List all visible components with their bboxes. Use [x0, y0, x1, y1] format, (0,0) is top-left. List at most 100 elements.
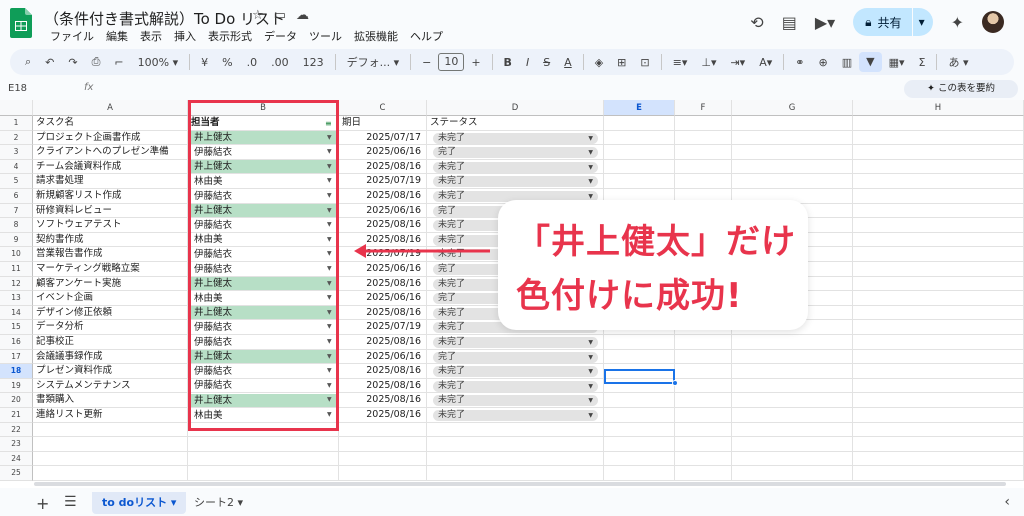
status-chip[interactable]: 未完了 ▼ — [433, 176, 598, 188]
grid-cell[interactable] — [604, 116, 675, 131]
grid-cell[interactable] — [732, 408, 853, 423]
task-cell[interactable]: プロジェクト企画書作成 — [33, 131, 188, 146]
task-cell[interactable]: 営業報告書作成 — [33, 247, 188, 262]
grid-cell[interactable] — [339, 451, 427, 467]
row-header[interactable]: 16 — [0, 335, 33, 350]
row-header[interactable]: 10 — [0, 247, 33, 262]
status-chip[interactable]: 未完了 ▼ — [433, 410, 598, 421]
grid-cell[interactable] — [853, 247, 1024, 262]
row-header[interactable]: 14 — [0, 305, 33, 321]
grid-cell[interactable] — [853, 408, 1024, 423]
grid-cell[interactable] — [604, 393, 675, 408]
row-header[interactable]: 13 — [0, 291, 33, 306]
increase-decimal-button[interactable]: .00 — [264, 56, 296, 69]
column-header-c[interactable]: C — [339, 100, 427, 116]
grid-cell[interactable] — [853, 335, 1024, 350]
grid-cell[interactable] — [427, 466, 604, 481]
grid-cell[interactable] — [732, 466, 853, 481]
status-dropdown-icon[interactable]: ▼ — [588, 147, 593, 158]
grid-cell[interactable] — [675, 437, 732, 452]
grid-cell[interactable] — [675, 408, 732, 423]
grid-cell[interactable] — [732, 364, 853, 379]
grid-cell[interactable] — [604, 451, 675, 467]
task-cell[interactable]: デザイン修正依頼 — [33, 306, 188, 321]
grid-cell[interactable] — [188, 451, 339, 467]
due-date-cell[interactable]: 2025/08/16 — [339, 160, 427, 175]
horizontal-scrollbar[interactable] — [34, 482, 1006, 488]
menu-data[interactable]: データ — [258, 28, 303, 44]
task-cell[interactable]: データ分析 — [33, 320, 188, 335]
status-dropdown-icon[interactable]: ▼ — [588, 410, 593, 421]
grid-cell[interactable] — [732, 437, 853, 452]
row-header[interactable]: 1 — [0, 116, 33, 131]
link-icon[interactable]: ⚭ — [788, 56, 811, 69]
fill-handle[interactable] — [672, 380, 678, 386]
task-cell[interactable]: システムメンテナンス — [33, 379, 188, 394]
grid-cell[interactable] — [604, 466, 675, 481]
grid-cell[interactable] — [33, 437, 188, 452]
grid-cell[interactable] — [853, 451, 1024, 467]
grid-cell[interactable] — [853, 364, 1024, 379]
grid-cell[interactable] — [675, 393, 732, 408]
status-dropdown-icon[interactable]: ▼ — [588, 133, 593, 144]
grid-cell[interactable] — [675, 422, 732, 438]
select-all-corner[interactable] — [0, 100, 33, 116]
strikethrough-button[interactable]: S — [536, 56, 557, 69]
grid-cell[interactable] — [604, 145, 675, 160]
status-dropdown-icon[interactable]: ▼ — [588, 337, 593, 348]
row-header[interactable]: 15 — [0, 320, 33, 335]
gemini-icon[interactable]: ✦ — [951, 13, 964, 32]
font-size-decrease-button[interactable]: − — [415, 56, 438, 69]
due-date-cell[interactable]: 2025/06/16 — [339, 350, 427, 365]
functions-icon[interactable]: Σ — [912, 56, 933, 69]
row-header[interactable]: 21 — [0, 408, 33, 423]
column-header-g[interactable]: G — [732, 100, 853, 116]
status-chip[interactable]: 未完了 ▼ — [433, 366, 598, 378]
menu-format[interactable]: 表示形式 — [202, 28, 258, 44]
menu-view[interactable]: 表示 — [134, 28, 168, 44]
row-header[interactable]: 11 — [0, 262, 33, 277]
grid-cell[interactable] — [675, 466, 732, 481]
filter-views-icon[interactable]: ▦▾ — [882, 56, 912, 69]
status-dropdown-icon[interactable]: ▼ — [588, 176, 593, 187]
grid-cell[interactable] — [732, 130, 853, 146]
menu-extensions[interactable]: 拡張機能 — [348, 28, 404, 44]
row-header[interactable]: 5 — [0, 174, 33, 189]
grid-cell[interactable] — [853, 305, 1024, 321]
grid-cell[interactable] — [853, 203, 1024, 219]
merge-cells-icon[interactable]: ⊡ — [633, 56, 656, 69]
grid-cell[interactable] — [732, 422, 853, 438]
grid-cell[interactable] — [732, 393, 853, 408]
row-header[interactable]: 25 — [0, 466, 33, 481]
grid-cell[interactable] — [732, 378, 853, 394]
grid-cell[interactable] — [427, 422, 604, 438]
row-header[interactable]: 3 — [0, 145, 33, 160]
grid-cell[interactable] — [853, 349, 1024, 365]
header-due-date[interactable]: 期日 — [339, 116, 427, 131]
zoom-select[interactable]: 100% ▾ — [131, 56, 185, 69]
due-date-cell[interactable]: 2025/08/16 — [339, 277, 427, 292]
font-select[interactable]: デフォ... ▾ — [340, 54, 407, 70]
row-header[interactable]: 18 — [0, 364, 33, 379]
insert-chart-icon[interactable]: ▥ — [835, 56, 859, 69]
row-header[interactable]: 2 — [0, 130, 33, 146]
row-header[interactable]: 8 — [0, 218, 33, 233]
decrease-decimal-button[interactable]: .0 — [240, 56, 265, 69]
menu-insert[interactable]: 挿入 — [168, 28, 202, 44]
fill-color-icon[interactable]: ◈ — [588, 56, 610, 69]
grid-cell[interactable] — [732, 159, 853, 175]
row-header[interactable]: 20 — [0, 393, 33, 408]
selected-cell-e18[interactable] — [604, 368, 675, 384]
header-task-name[interactable]: タスク名 — [33, 116, 188, 131]
comment-icon[interactable]: ▤ — [782, 13, 797, 32]
due-date-cell[interactable]: 2025/08/16 — [339, 408, 427, 423]
share-dropdown-icon[interactable]: ▾ — [919, 15, 925, 29]
bold-button[interactable]: B — [497, 56, 519, 69]
grid-cell[interactable] — [604, 437, 675, 452]
header-status[interactable]: ステータス — [427, 116, 604, 131]
align-left-icon[interactable]: ≡▾ — [666, 56, 695, 69]
column-header-a[interactable]: A — [33, 100, 188, 116]
text-color-button[interactable]: A — [557, 56, 579, 69]
status-chip[interactable]: 未完了 ▼ — [433, 161, 598, 173]
grid-cell[interactable] — [675, 451, 732, 467]
